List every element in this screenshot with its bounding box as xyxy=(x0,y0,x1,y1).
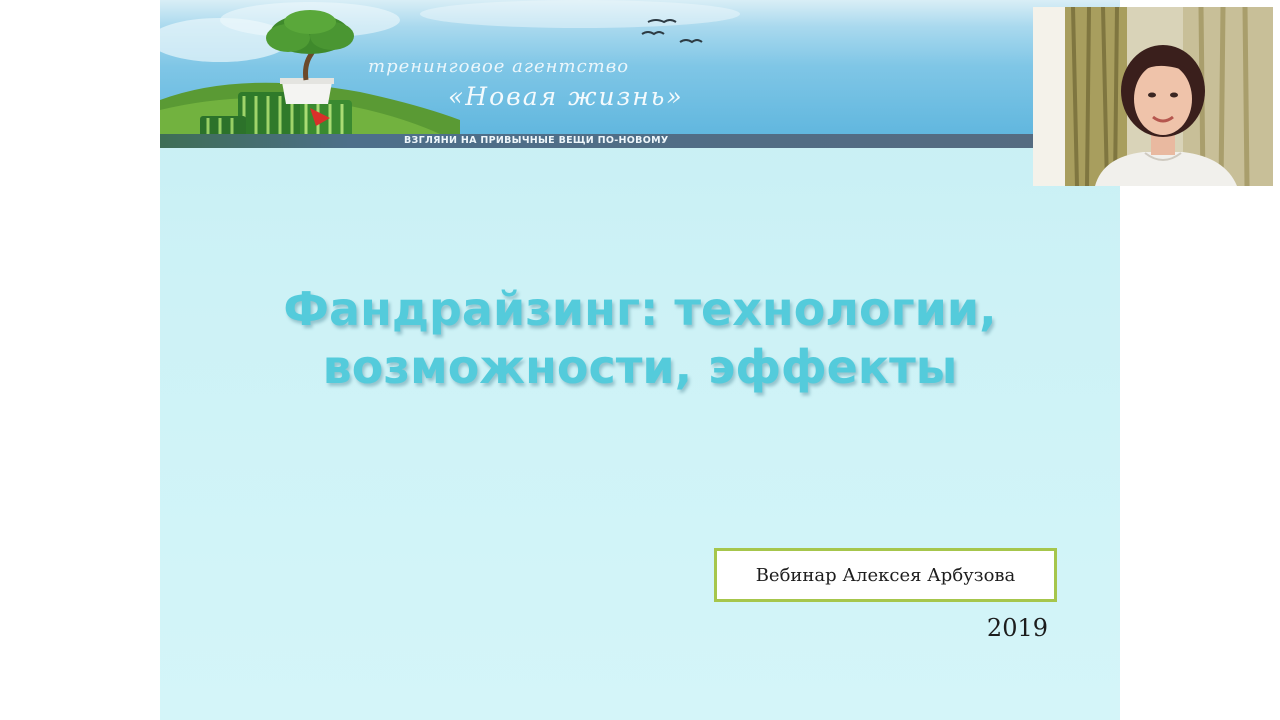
presentation-slide: тренинговое агентство «Новая жизнь» ВЗГЛ… xyxy=(160,0,1120,720)
screen: тренинговое агентство «Новая жизнь» ВЗГЛ… xyxy=(0,0,1280,720)
presenter-video-icon xyxy=(1033,7,1273,186)
slide-title: Фандрайзинг: технологии, возможности, эф… xyxy=(160,280,1120,396)
webinar-author-text: Вебинар Алексея Арбузова xyxy=(755,564,1016,586)
agency-name-line1: тренинговое агентство xyxy=(368,56,630,77)
banner-illustration xyxy=(160,0,740,148)
slide-title-line2: возможности, эффекты xyxy=(322,340,958,394)
slide-title-line1: Фандрайзинг: технологии, xyxy=(283,282,997,336)
agency-name-line2: «Новая жизнь» xyxy=(448,82,684,111)
webinar-author-box: Вебинар Алексея Арбузова xyxy=(714,548,1057,602)
agency-banner: тренинговое агентство «Новая жизнь» ВЗГЛ… xyxy=(160,0,1120,148)
agency-tagline: ВЗГЛЯНИ НА ПРИВЫЧНЫЕ ВЕЩИ ПО-НОВОМУ xyxy=(404,135,669,146)
presenter-webcam[interactable] xyxy=(1033,7,1273,186)
slide-year: 2019 xyxy=(986,614,1048,642)
